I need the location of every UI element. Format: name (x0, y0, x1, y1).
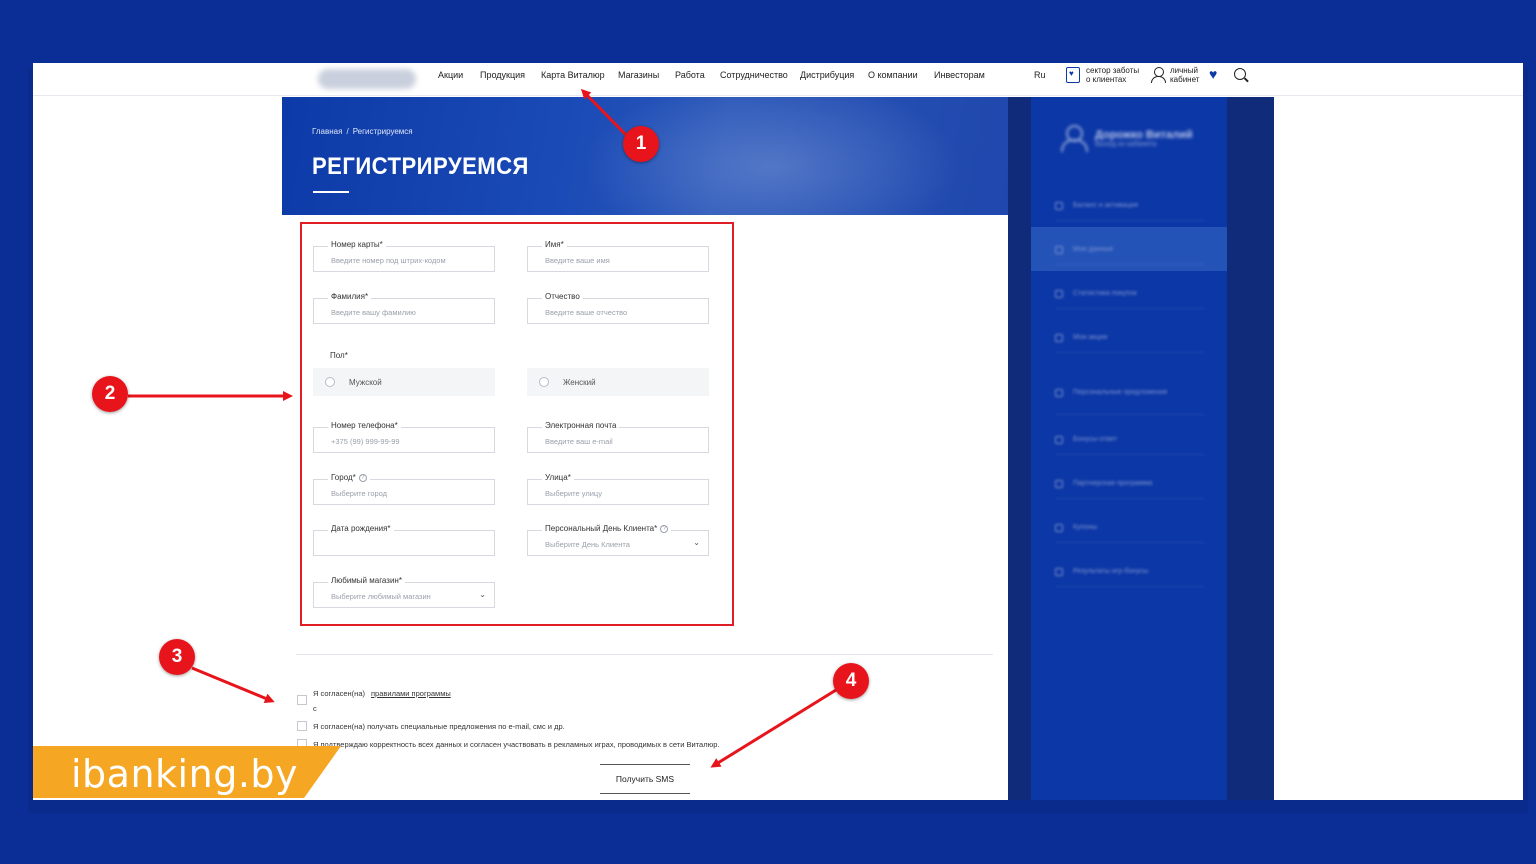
form-highlight-box (300, 222, 734, 626)
search-icon[interactable] (1234, 68, 1246, 80)
sidebar-user: Дорожко Виталий Выход из кабинета (1061, 125, 1193, 152)
gender-label: Пол* (330, 351, 348, 360)
breadcrumb: Главная / Регистрируемся (312, 127, 413, 136)
watermark-text: ibanking.by (71, 752, 299, 796)
sidebar-item-icon (1055, 388, 1063, 397)
customer-care-icon (1066, 67, 1080, 83)
user-icon (1151, 67, 1166, 83)
nav-item-promotions[interactable]: Акции (438, 70, 463, 80)
sidebar-item-icon (1055, 479, 1063, 488)
sidebar-item-icon (1055, 201, 1063, 210)
sidebar-item-label: Мои акции (1073, 334, 1108, 341)
watermark-banner: ibanking.by (33, 746, 341, 798)
sidebar-item-icon (1055, 245, 1063, 254)
breadcrumb-separator: / (346, 127, 349, 136)
language-switch[interactable]: Ru (1034, 70, 1046, 80)
sidebar-item[interactable]: Статистика покупок (1055, 279, 1205, 309)
rules-agreement-text: Я согласен(на) правилами программы (313, 689, 451, 698)
sidebar-item[interactable]: Мои данные (1055, 235, 1205, 265)
sidebar-item-label: Персональные предложения (1073, 389, 1168, 396)
nav-item-products[interactable]: Продукция (480, 70, 525, 80)
nav-item-jobs[interactable]: Работа (675, 70, 705, 80)
sidebar-item[interactable]: Партнерская программа (1055, 469, 1205, 499)
rules-link[interactable]: правилами программы (371, 689, 451, 698)
sidebar-user-name: Дорожко Виталий (1095, 128, 1193, 141)
nav-item-distribution[interactable]: Дистрибуция (800, 70, 854, 80)
sidebar-item-label: Партнерская программа (1073, 480, 1153, 487)
title-underline (313, 191, 349, 193)
top-navigation: Акции Продукция Карта Виталюр Магазины Р… (33, 63, 1523, 96)
nav-item-vitalur-card[interactable]: Карта Виталюр (541, 70, 605, 80)
section-divider (296, 654, 993, 655)
sidebar-item-label: Статистика покупок (1073, 290, 1137, 297)
sidebar-item[interactable]: Бонусы-ответ (1055, 425, 1205, 455)
sidebar-item-icon (1055, 523, 1063, 532)
avatar-icon (1061, 125, 1088, 152)
favorites-heart-icon[interactable]: ♥ (1209, 66, 1217, 82)
sidebar-item-icon (1055, 567, 1063, 576)
annotation-badge-1: 1 (623, 126, 659, 162)
sidebar-item[interactable]: Персональные предложения (1055, 371, 1205, 415)
personal-cabinet-link[interactable]: личный кабинет (1151, 66, 1204, 84)
customer-care-link[interactable]: сектор заботыо клиентах (1066, 66, 1144, 84)
sidebar-item-icon (1055, 333, 1063, 342)
nav-item-cooperation[interactable]: Сотрудничество (720, 70, 788, 80)
account-sidebar: Дорожко Виталий Выход из кабинета Баланс… (1031, 97, 1227, 800)
site-logo[interactable] (318, 69, 416, 89)
offers-checkbox[interactable] (297, 721, 307, 731)
personal-cabinet-label: личный кабинет (1170, 66, 1200, 84)
sidebar-item-icon (1055, 435, 1063, 444)
get-sms-button[interactable]: Получить SMS (600, 764, 690, 794)
sidebar-item-label: Баланс и активация (1073, 202, 1139, 209)
sidebar-item-icon (1055, 289, 1063, 298)
page-title: РЕГИСТРИРУЕМСЯ (312, 153, 529, 180)
nav-item-stores[interactable]: Магазины (618, 70, 659, 80)
rules-agreement-c: с (313, 704, 317, 713)
annotation-badge-4: 4 (833, 663, 869, 699)
sidebar-item[interactable]: Баланс и активация (1055, 191, 1205, 221)
rules-checkbox[interactable] (297, 695, 307, 705)
breadcrumb-home[interactable]: Главная (312, 127, 342, 136)
nav-item-investors[interactable]: Инвесторам (934, 70, 985, 80)
sidebar-item[interactable]: Мои акции (1055, 323, 1205, 353)
offers-agreement-text: Я согласен(на) получать специальные пред… (313, 722, 565, 731)
confirm-agreement-text: Я подтверждаю корректность всех данных и… (313, 740, 720, 749)
sidebar-item-label: Купоны (1073, 524, 1098, 531)
sidebar-item[interactable]: Купоны (1055, 513, 1205, 543)
annotation-badge-3: 3 (159, 639, 195, 675)
sidebar-item[interactable]: Результаты игр-бонусы (1055, 557, 1205, 587)
sidebar-item-label: Мои данные (1073, 246, 1114, 253)
breadcrumb-current: Регистрируемся (352, 127, 413, 136)
annotation-badge-2: 2 (92, 376, 128, 412)
nav-item-about[interactable]: О компании (868, 70, 918, 80)
sidebar-item-label: Бонусы-ответ (1073, 436, 1118, 443)
sidebar-item-label: Результаты игр-бонусы (1073, 568, 1149, 575)
sidebar-logout[interactable]: Выход из кабинета (1095, 141, 1193, 148)
customer-care-label: сектор заботы о клиентах (1086, 66, 1140, 84)
browser-screenshot: Акции Продукция Карта Виталюр Магазины Р… (33, 63, 1523, 800)
